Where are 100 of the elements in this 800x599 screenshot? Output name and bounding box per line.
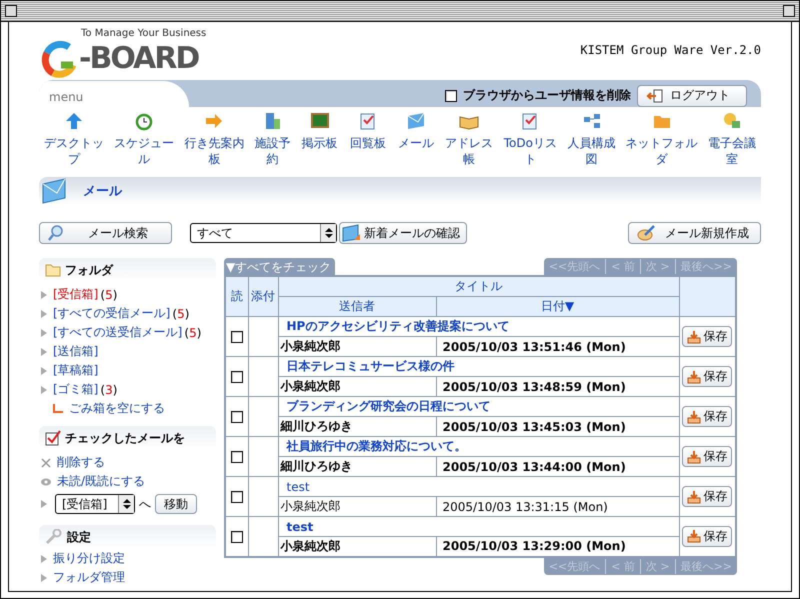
save-button[interactable]: 保存 xyxy=(682,526,732,547)
nav-item[interactable]: 回覧板 xyxy=(348,111,388,172)
save-button[interactable]: 保存 xyxy=(682,406,732,427)
nav-item[interactable]: 行き先案内板 xyxy=(183,111,246,172)
row-checkbox[interactable] xyxy=(230,530,243,543)
search-button[interactable]: メール検索 xyxy=(39,222,172,244)
settings-link[interactable]: フォルダ管理 xyxy=(53,569,125,586)
move-button[interactable]: 移動 xyxy=(155,494,197,514)
folder-link[interactable]: [受信箱] xyxy=(53,286,98,303)
nav-item[interactable]: 電子会議室 xyxy=(706,111,757,172)
checkbox[interactable] xyxy=(445,90,457,102)
close-icon[interactable] xyxy=(5,5,17,17)
column-header[interactable]: 日付▼ xyxy=(436,296,679,316)
arrow-up-icon xyxy=(64,111,84,131)
checkbox-label: ブラウザからユーザ情報を削除 xyxy=(463,87,631,104)
section-title: メール xyxy=(83,183,122,200)
filter-select[interactable]: すべて xyxy=(190,223,337,243)
up-down-icon xyxy=(122,498,130,510)
sender-cell: 小泉純次郎 xyxy=(278,496,436,516)
toggle-read-link[interactable]: 未読/既読にする xyxy=(57,473,146,490)
folder-link[interactable]: [送信箱] xyxy=(53,343,98,360)
logo-mark-icon xyxy=(39,39,79,79)
version-text: KISTEM Group Ware Ver.2.0 xyxy=(580,43,761,57)
sender-cell: 小泉純次郎 xyxy=(278,376,436,396)
bullet-icon xyxy=(41,348,47,356)
folder-link[interactable]: [すべての送受信メール] xyxy=(53,324,182,341)
count-text: (5) xyxy=(100,288,118,302)
row-checkbox[interactable] xyxy=(230,331,243,344)
nav-item[interactable]: ネットフォルダ xyxy=(624,111,699,172)
alarm-clock-icon xyxy=(134,111,154,131)
compose-button[interactable]: メール新規作成 xyxy=(628,222,761,244)
download-icon xyxy=(687,450,702,464)
sender-cell: 細川ひろゆき xyxy=(278,456,436,476)
bullet-icon xyxy=(41,554,47,562)
nav-item[interactable]: 掲示板 xyxy=(300,111,340,172)
count-text: (5) xyxy=(184,326,202,340)
download-icon xyxy=(687,529,702,544)
delete-link[interactable]: 削除する xyxy=(57,454,105,471)
bullet-icon xyxy=(41,574,47,582)
column-header: 添付 xyxy=(248,276,278,316)
folder-link[interactable]: [草稿箱] xyxy=(53,362,98,379)
folder-link[interactable]: [ゴミ箱] xyxy=(53,381,98,398)
save-button[interactable]: 保存 xyxy=(682,446,732,467)
column-header: タイトル xyxy=(278,276,679,296)
mail-title-link[interactable]: 社員旅行中の業務対応について。 xyxy=(278,436,679,456)
row-checkbox[interactable] xyxy=(230,411,243,424)
envelope-icon xyxy=(406,111,426,131)
logo-text: -BOARD xyxy=(79,43,198,75)
nav-item[interactable]: 施設予約 xyxy=(254,111,292,172)
settings-link[interactable]: 振り分け設定 xyxy=(53,550,125,567)
network-icon xyxy=(582,111,602,131)
bullet-icon xyxy=(41,328,47,336)
board-icon xyxy=(310,111,330,131)
logo-tagline: To Manage Your Business xyxy=(81,28,206,39)
nav-item[interactable]: 人員構成図 xyxy=(566,111,617,172)
logout-button[interactable]: ログアウト xyxy=(637,84,747,106)
wrench-icon xyxy=(45,529,63,545)
nav-item[interactable]: アドレス帳 xyxy=(444,111,494,172)
nav-item[interactable]: スケジュール xyxy=(113,111,176,172)
column-header: 読 xyxy=(225,276,248,316)
search-icon xyxy=(48,225,64,241)
row-checkbox[interactable] xyxy=(230,491,243,504)
bullet-icon xyxy=(41,500,47,508)
mail-title-link[interactable]: test xyxy=(278,476,679,496)
empty-trash-link[interactable]: ごみ箱を空にする xyxy=(69,400,165,417)
bullet-icon xyxy=(41,386,47,394)
panel-title: フォルダ xyxy=(65,262,113,278)
palette-icon xyxy=(637,224,657,242)
nav-item[interactable]: メール xyxy=(396,111,436,172)
row-checkbox[interactable] xyxy=(230,371,243,384)
sender-cell: 細川ひろゆき xyxy=(278,416,436,436)
mail-title-link[interactable]: ブランディング研究会の日程について xyxy=(278,396,679,416)
envelope-icon xyxy=(342,224,362,242)
mail-title-link[interactable]: test xyxy=(278,516,679,536)
bullet-icon xyxy=(41,290,47,298)
column-header[interactable]: 送信者 xyxy=(278,296,436,316)
check-new-button[interactable]: 新着メールの確認 xyxy=(339,222,467,244)
mail-title-link[interactable]: HPのアクセシビリティ改善提案について xyxy=(278,316,679,336)
save-button[interactable]: 保存 xyxy=(682,366,732,387)
zoom-icon[interactable] xyxy=(783,5,795,17)
eye-icon xyxy=(41,476,51,486)
bullet-icon xyxy=(41,310,47,318)
move-target-select[interactable]: [受信箱] xyxy=(55,494,135,514)
sender-cell: 小泉純次郎 xyxy=(278,536,436,556)
logout-icon xyxy=(646,88,664,102)
cross-icon xyxy=(41,458,51,468)
mail-title-link[interactable]: 日本テレコミュサービス様の件 xyxy=(278,356,679,376)
arrow-right-icon xyxy=(204,111,224,131)
bullet-icon xyxy=(41,366,47,374)
save-button[interactable]: 保存 xyxy=(682,486,732,507)
nav-item[interactable]: デスクトップ xyxy=(43,111,105,172)
move-to-text: へ xyxy=(139,496,151,512)
save-button[interactable]: 保存 xyxy=(682,326,732,347)
folder-link[interactable]: [すべての受信メール] xyxy=(53,305,170,322)
nav-item[interactable]: ToDoリスト xyxy=(502,111,558,172)
row-checkbox[interactable] xyxy=(230,451,243,464)
folder-icon xyxy=(45,263,61,277)
count-text: (3) xyxy=(100,382,118,396)
panel-title: チェックしたメールを xyxy=(65,430,185,446)
checkbox-tick-icon xyxy=(45,430,61,446)
